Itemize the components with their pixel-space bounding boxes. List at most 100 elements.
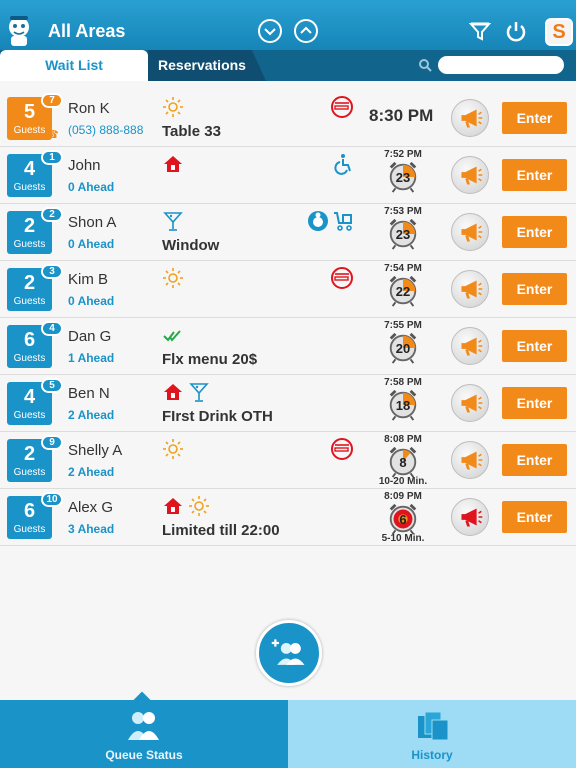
sun-icon bbox=[162, 438, 184, 460]
guest-name: Ben N bbox=[68, 385, 110, 402]
enter-button[interactable]: Enter bbox=[502, 159, 567, 191]
tab-history[interactable]: History bbox=[288, 700, 576, 768]
enter-button[interactable]: Enter bbox=[502, 387, 567, 419]
queue-number-badge: 5 bbox=[41, 378, 63, 393]
guests-label: Guests bbox=[13, 353, 46, 364]
arrival-time: 7:52 PM bbox=[384, 149, 422, 160]
guests-label: Guests bbox=[13, 296, 46, 307]
cocktail-icon bbox=[190, 383, 208, 402]
wait-minutes: 8 bbox=[399, 455, 407, 470]
mascot-logo[interactable] bbox=[4, 14, 34, 48]
megaphone-icon[interactable] bbox=[451, 384, 489, 422]
enter-button[interactable]: Enter bbox=[502, 273, 567, 305]
tag-icons bbox=[162, 267, 184, 289]
megaphone-icon[interactable] bbox=[451, 156, 489, 194]
arrival-time: 7:54 PM bbox=[384, 263, 422, 274]
tag-icons bbox=[162, 438, 184, 460]
list-item[interactable]: 6 Guests 10 Alex G 3 Ahead Limited till … bbox=[0, 489, 576, 546]
guests-label: Guests bbox=[13, 467, 46, 478]
guest-name: Kim B bbox=[68, 271, 109, 288]
phone-icon: ☎ bbox=[45, 129, 59, 141]
ahead-count: 1 Ahead bbox=[68, 351, 115, 365]
arrival-time: 8:09 PM bbox=[384, 491, 422, 502]
wait-minutes: 18 bbox=[395, 398, 411, 413]
arrival-time: 8:08 PM bbox=[384, 434, 422, 445]
home-icon bbox=[164, 156, 182, 172]
wait-minutes: 23 bbox=[395, 227, 411, 242]
bottom-nav: Queue Status History bbox=[0, 691, 576, 768]
queue-number-badge: 7 bbox=[41, 93, 63, 108]
chevron-down-icon[interactable] bbox=[258, 19, 282, 43]
guest-note: Limited till 22:00 bbox=[162, 522, 280, 539]
stroller-icon bbox=[334, 212, 352, 231]
guests-label: Guests bbox=[13, 410, 46, 421]
wait-minutes: 6 bbox=[399, 512, 407, 527]
top-header: All Areas S bbox=[0, 0, 576, 50]
sun-icon bbox=[188, 495, 210, 517]
add-guest-button[interactable] bbox=[256, 620, 322, 686]
sun-icon bbox=[162, 267, 184, 289]
guest-note: Window bbox=[162, 237, 220, 254]
wait-minutes: 22 bbox=[395, 284, 411, 299]
ahead-count: 0 Ahead bbox=[68, 294, 115, 308]
list-item[interactable]: 4 Guests 5 Ben N 2 Ahead FIrst Drink OTH… bbox=[0, 375, 576, 432]
megaphone-icon[interactable] bbox=[451, 270, 489, 308]
power-icon[interactable] bbox=[503, 18, 529, 44]
baby-icon bbox=[308, 211, 328, 231]
guest-name: Alex G bbox=[68, 499, 114, 516]
guest-name: Dan G bbox=[68, 328, 112, 345]
tag-icons bbox=[162, 495, 210, 517]
guest-name: Ron K bbox=[68, 100, 110, 117]
enter-button[interactable]: Enter bbox=[502, 330, 567, 362]
queue-number-badge: 10 bbox=[41, 492, 63, 507]
people-icon bbox=[128, 712, 159, 740]
guest-name: Shon A bbox=[68, 214, 117, 231]
chevron-up-icon[interactable] bbox=[294, 19, 318, 43]
queue-number-badge: 4 bbox=[41, 321, 63, 336]
wait-minutes: 23 bbox=[395, 170, 411, 185]
search-icon bbox=[419, 59, 432, 72]
guest-phone[interactable]: (053) 888-888 bbox=[68, 123, 143, 137]
guest-name: John bbox=[68, 157, 101, 174]
ahead-count: 2 Ahead bbox=[68, 465, 115, 479]
megaphone-icon[interactable] bbox=[451, 99, 489, 137]
tab-reservations[interactable]: Reservations bbox=[148, 50, 266, 81]
history-files-icon bbox=[418, 711, 449, 741]
tag-icons bbox=[162, 210, 184, 232]
arrival-time: 7:58 PM bbox=[384, 377, 422, 388]
tab-queue-status[interactable]: Queue Status bbox=[0, 691, 288, 768]
filter-icon[interactable] bbox=[467, 18, 493, 44]
tab-wait-list[interactable]: Wait List bbox=[0, 50, 148, 81]
megaphone-icon[interactable] bbox=[451, 327, 489, 365]
megaphone-icon[interactable] bbox=[451, 498, 489, 536]
estimated-wait: 5-10 Min. bbox=[381, 533, 425, 544]
enter-button[interactable]: Enter bbox=[502, 102, 567, 134]
guest-name: Shelly A bbox=[68, 442, 123, 459]
list-item[interactable]: 2 Guests 9 Shelly A 2 Ahead 8:08 PM 8 10… bbox=[0, 432, 576, 489]
tag-icons bbox=[162, 96, 184, 118]
sun-icon bbox=[162, 96, 184, 118]
enter-button[interactable]: Enter bbox=[502, 444, 567, 476]
search-input[interactable] bbox=[438, 56, 564, 74]
enter-button[interactable]: Enter bbox=[502, 501, 567, 533]
no-smoking-icon bbox=[331, 96, 353, 118]
list-item[interactable]: 2 Guests 2 Shon A 0 Ahead Window 7:53 PM… bbox=[0, 204, 576, 261]
ahead-count: 0 Ahead bbox=[68, 237, 115, 251]
list-item[interactable]: 2 Guests 3 Kim B 0 Ahead 7:54 PM 22 Ente… bbox=[0, 261, 576, 318]
megaphone-icon[interactable] bbox=[451, 213, 489, 251]
list-item[interactable]: 4 Guests 1 John 0 Ahead 7:52 PM 23 Enter bbox=[0, 147, 576, 204]
list-item[interactable]: 6 Guests 4 Dan G 1 Ahead Flx menu 20$ 7:… bbox=[0, 318, 576, 375]
enter-button[interactable]: Enter bbox=[502, 216, 567, 248]
queue-number-badge: 3 bbox=[41, 264, 63, 279]
tag-icons bbox=[162, 324, 184, 346]
queue-number-badge: 2 bbox=[41, 207, 63, 222]
arrival-time: 7:53 PM bbox=[384, 206, 422, 217]
guests-label: Guests bbox=[13, 239, 46, 250]
wait-list: 5 Guests 7 ☎ Ron K (053) 888-888 Table 3… bbox=[0, 90, 576, 546]
arrival-time: 7:55 PM bbox=[384, 320, 422, 331]
brand-s-button[interactable]: S bbox=[545, 18, 573, 46]
list-item[interactable]: 5 Guests 7 ☎ Ron K (053) 888-888 Table 3… bbox=[0, 90, 576, 147]
megaphone-icon[interactable] bbox=[451, 441, 489, 479]
estimated-wait: 10-20 Min. bbox=[378, 476, 428, 487]
page-title[interactable]: All Areas bbox=[48, 21, 125, 42]
